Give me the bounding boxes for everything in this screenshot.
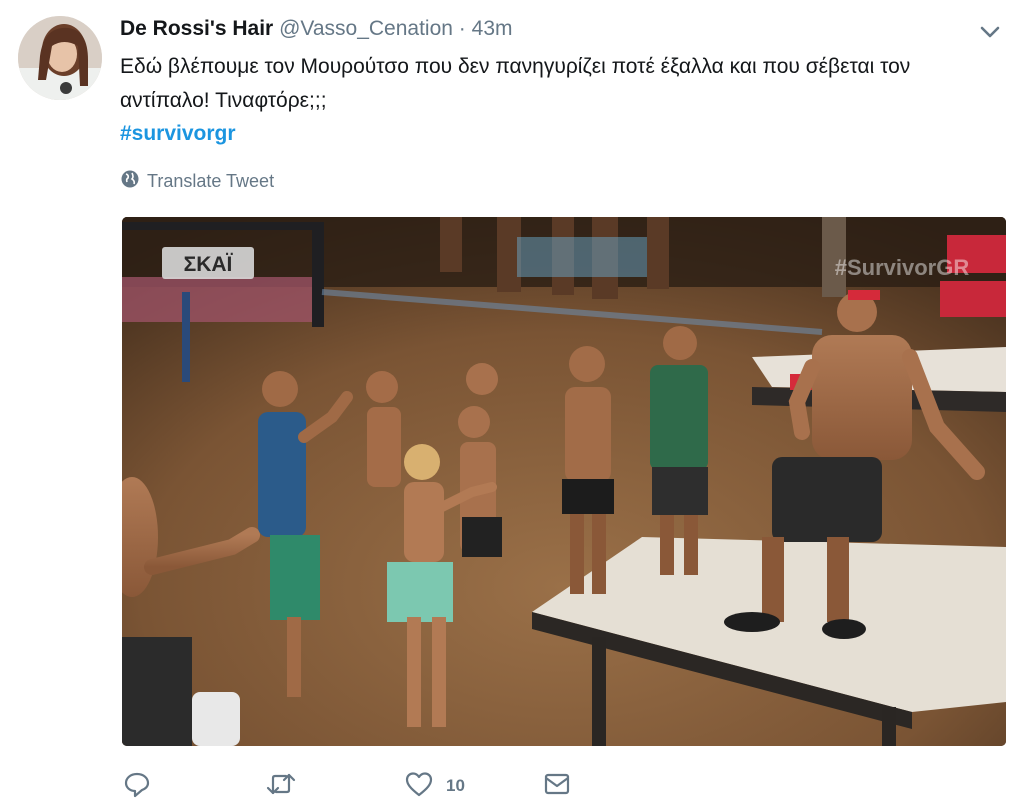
- channel-logo: ΣΚΑΪ: [184, 253, 234, 276]
- translate-label: Translate Tweet: [147, 171, 275, 191]
- watermark: #SurvivorGR: [835, 255, 970, 280]
- envelope-icon: [542, 769, 572, 804]
- chevron-down-icon[interactable]: [976, 18, 1004, 46]
- tweet-actions: 10: [122, 768, 602, 804]
- tweet-time[interactable]: 43m: [472, 17, 513, 40]
- reply-icon: [122, 769, 152, 804]
- retweet-icon: [264, 769, 298, 804]
- display-name[interactable]: De Rossi's Hair: [120, 17, 273, 40]
- hashtag-link[interactable]: #survivorgr: [120, 118, 236, 150]
- retweet-button[interactable]: [264, 768, 404, 804]
- like-button[interactable]: 10: [404, 768, 542, 804]
- tweet-photo[interactable]: ΣΚΑΪ #SurvivorGR: [122, 217, 1006, 746]
- avatar[interactable]: [18, 16, 102, 100]
- translate-tweet-button[interactable]: Translate Tweet: [120, 169, 274, 194]
- user-handle[interactable]: @Vasso_Cenation: [279, 17, 453, 40]
- separator-dot: ·: [458, 17, 466, 40]
- heart-icon: [404, 769, 434, 804]
- tweet-header: De Rossi's Hair @Vasso_Cenation · 43m: [120, 16, 513, 42]
- direct-message-button[interactable]: [542, 768, 602, 804]
- reply-button[interactable]: [122, 768, 264, 804]
- globe-icon: [120, 169, 140, 194]
- like-count: 10: [446, 776, 465, 795]
- tweet-text: Εδώ βλέπουμε τον Μουρούτσο που δεν πανηγ…: [120, 55, 911, 112]
